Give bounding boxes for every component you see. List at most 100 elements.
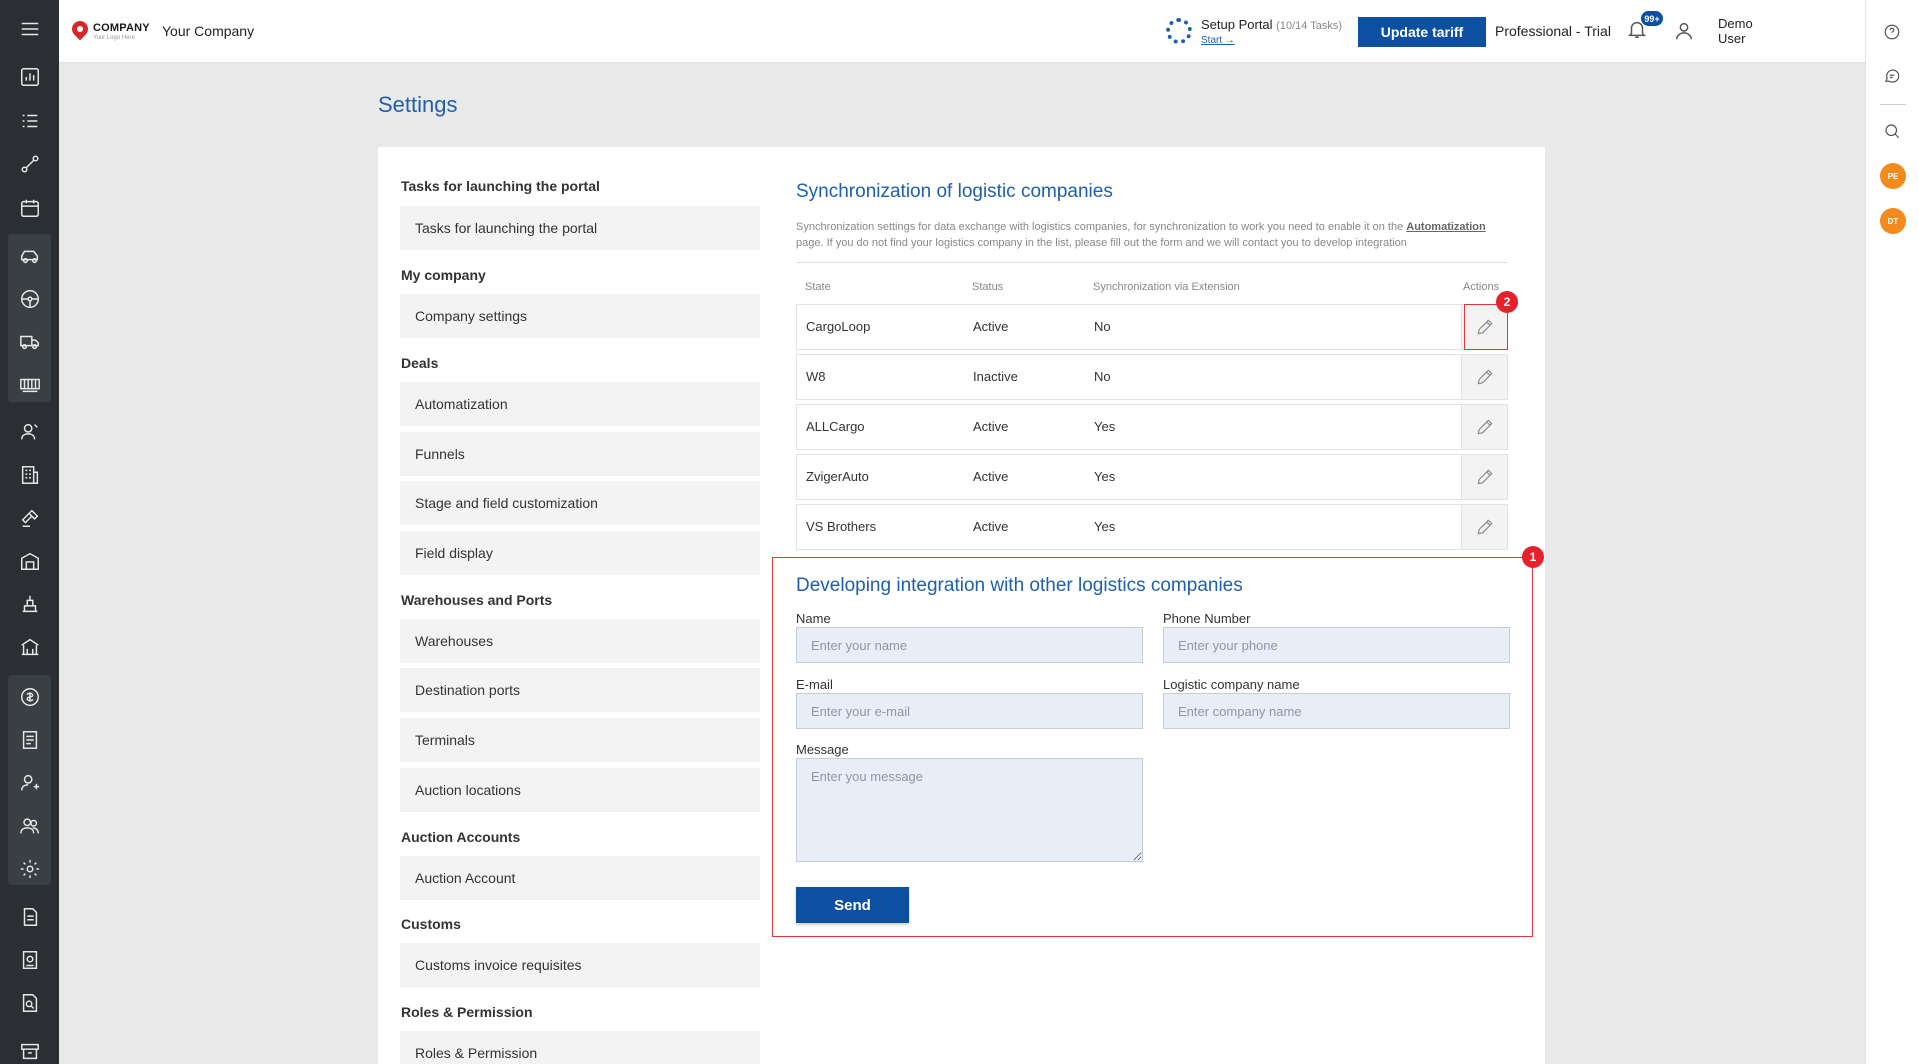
auction-hammer-icon[interactable] [17,505,42,530]
message-textarea[interactable] [796,758,1143,862]
menu-icon[interactable] [17,16,42,41]
col-header-actions: Actions [1463,281,1500,293]
users-icon[interactable] [17,813,42,838]
nav-item-destination-ports[interactable]: Destination ports [400,668,760,712]
col-header-status: Status [972,281,1004,293]
col-header-state: State [805,281,831,293]
nav-item-funnels[interactable]: Funnels [400,432,760,476]
nav-heading-tasks: Tasks for launching the portal [401,178,600,194]
nav-heading-warehouses-ports: Warehouses and Ports [401,592,553,608]
car-icon[interactable] [17,243,42,268]
settings-card: Tasks for launching the portal Tasks for… [378,147,1545,1064]
setup-portal[interactable]: Setup Portal (10/14 Tasks) Start → [1166,14,1342,48]
setup-start-link[interactable]: Start → [1201,35,1342,46]
document-icon[interactable] [17,904,42,929]
nav-item-tasks-launching[interactable]: Tasks for launching the portal [400,206,760,250]
nav-item-field-display[interactable]: Field display [400,531,760,575]
warehouse-icon[interactable] [17,548,42,573]
logo-pin-icon [70,21,90,43]
phone-input[interactable] [1163,627,1510,663]
setup-progress-icon [1166,18,1192,44]
user-name[interactable]: Demo User [1718,16,1778,46]
port-icon[interactable] [17,591,42,616]
name-input[interactable] [796,627,1143,663]
phone-label: Phone Number [1163,611,1251,626]
sync-desc-before: Synchronization settings for data exchan… [796,221,1407,233]
name-label: Name [796,611,831,626]
annotation-marker-1: 1 [1522,546,1544,568]
nav-item-automatization[interactable]: Automatization [400,382,760,426]
dashboard-icon[interactable] [17,64,42,89]
finance-icon[interactable] [17,684,42,709]
search-document-icon[interactable] [17,990,42,1015]
edit-button[interactable] [1461,355,1507,399]
user-manage-icon[interactable] [17,770,42,795]
update-tariff-button[interactable]: Update tariff [1358,17,1486,47]
email-input[interactable] [796,693,1143,729]
pencil-icon [1477,519,1492,535]
archive-icon[interactable] [17,1038,42,1063]
tasks-icon[interactable] [17,108,42,133]
top-header: COMPANY Your Logo Here Your Company Setu… [59,0,1865,63]
nav-item-stage-field-customization[interactable]: Stage and field customization [400,481,760,525]
row-status: Active [973,519,1009,534]
nav-item-auction-locations[interactable]: Auction locations [400,768,760,812]
route-icon[interactable] [17,151,42,176]
nav-item-roles-permission[interactable]: Roles & Permission [400,1031,760,1064]
row-state: ZvigerAuto [806,469,869,484]
pencil-icon [1477,419,1492,435]
row-state: ALLCargo [806,419,865,434]
truck-icon[interactable] [17,329,42,354]
nav-item-warehouses[interactable]: Warehouses [400,619,760,663]
row-state: CargoLoop [806,319,871,334]
plan-label: Professional - Trial [1495,23,1611,39]
avatar-pe[interactable]: PE [1880,163,1906,189]
search-icon[interactable] [1883,122,1903,142]
row-state: W8 [806,369,826,384]
sync-divider [796,262,1508,263]
sync-description: Synchronization settings for data exchan… [796,219,1508,251]
building-icon[interactable] [17,462,42,487]
row-state: VS Brothers [806,519,877,534]
company-name-label: Logistic company name [1163,677,1300,692]
send-button[interactable]: Send [796,887,909,923]
right-sidebar: PE DT [1865,0,1919,1064]
settings-gear-icon[interactable] [17,856,42,881]
avatar-dt[interactable]: DT [1880,208,1906,234]
report-icon[interactable] [17,947,42,972]
steering-wheel-icon[interactable] [17,286,42,311]
edit-button[interactable] [1461,505,1507,549]
row-extension: Yes [1094,419,1116,434]
nav-item-customs-invoice[interactable]: Customs invoice requisites [400,943,760,987]
row-status: Active [973,419,1009,434]
page-title: Settings [378,92,458,117]
chat-icon[interactable] [1883,67,1903,87]
nav-item-terminals[interactable]: Terminals [400,718,760,762]
table-row: ALLCargo Active Yes [796,404,1508,450]
automatization-link[interactable]: Automatization [1406,221,1485,233]
company-logo[interactable]: COMPANY Your Logo Here [70,18,163,46]
nav-heading-deals: Deals [401,355,439,371]
message-label: Message [796,742,849,757]
help-icon[interactable] [1883,23,1903,43]
customs-icon[interactable] [17,634,42,659]
col-header-extension: Synchronization via Extension [1093,281,1240,293]
nav-item-company-settings[interactable]: Company settings [400,294,760,338]
left-sidebar [0,0,59,1064]
edit-button[interactable] [1461,455,1507,499]
calendar-icon[interactable] [17,195,42,220]
setup-tasks: (10/14 Tasks) [1276,19,1342,32]
annotation-marker-2: 2 [1496,291,1518,313]
row-status: Active [973,319,1009,334]
edit-button[interactable] [1461,405,1507,449]
integration-form-title: Developing integration with other logist… [796,575,1243,596]
setup-title: Setup Portal [1201,16,1273,32]
invoice-icon[interactable] [17,727,42,752]
company-name-input[interactable] [1163,693,1510,729]
nav-item-auction-account[interactable]: Auction Account [400,856,760,900]
logo-text: COMPANY [93,22,150,34]
sync-desc-after: page. If you do not find your logistics … [796,237,1407,249]
user-avatar-icon[interactable] [1673,20,1697,44]
customer-icon[interactable] [17,419,42,444]
container-icon[interactable] [17,372,42,397]
